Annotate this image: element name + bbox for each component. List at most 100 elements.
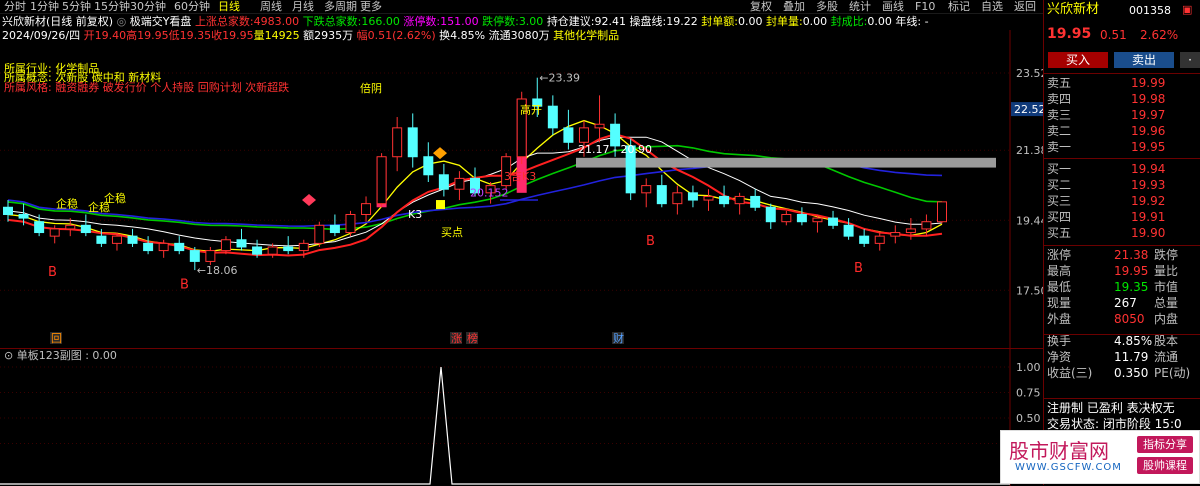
stat-value-0: 21.38	[1114, 248, 1149, 262]
stat-label-7: 收益(三)	[1047, 366, 1093, 380]
candle-body-41	[641, 185, 652, 194]
tool-button-4[interactable]: 画线	[882, 0, 904, 13]
control-value: 19.22	[666, 15, 698, 28]
watermark-tag2: 股帅课程	[1137, 457, 1193, 474]
watermark-tag1: 指标分享	[1137, 436, 1193, 453]
signal-b-0: B	[48, 265, 57, 280]
tool-button-6[interactable]: 标记	[948, 0, 970, 13]
signal-maidian: 买点	[441, 226, 463, 239]
candle-body-58	[905, 228, 916, 234]
signal-qiwen-3: 企稳	[104, 191, 126, 205]
sell-button[interactable]: 卖出	[1114, 52, 1174, 68]
period-tab-0[interactable]: 分时	[4, 0, 26, 13]
candle-27	[423, 142, 434, 182]
candle-body-22	[345, 213, 356, 234]
period-tab-6[interactable]: 日线	[218, 0, 240, 13]
candle-25	[392, 117, 403, 172]
bid-label-4: 买五	[1047, 226, 1072, 240]
candle-body-27	[423, 156, 434, 176]
ask-label-0: 卖五	[1047, 76, 1072, 90]
period-tab-2[interactable]: 5分钟	[62, 0, 91, 13]
candle-body-19	[298, 242, 309, 252]
candle-body-24	[376, 156, 387, 205]
stat-label-1: 最高	[1047, 264, 1072, 278]
period-tab-3[interactable]: 15分钟	[94, 0, 130, 13]
candle-body-43	[672, 192, 683, 205]
seal-vol-value: 0.00	[802, 15, 828, 28]
watermark: 股市财富网 WWW.GSCFW.COM 指标分享 股帅课程	[1000, 430, 1200, 484]
period-tab-1[interactable]: 1分钟	[30, 0, 59, 13]
stat-right-0: 跌停	[1154, 248, 1179, 262]
down-total-value: 166.00	[361, 15, 400, 28]
period-tab-5[interactable]: 60分钟	[174, 0, 210, 13]
tool-button-2[interactable]: 多股	[816, 0, 838, 13]
limitdown-label: 跌停数:	[482, 15, 519, 28]
price-tick-1: 21.38	[1016, 144, 1043, 157]
chevron-icon[interactable]: ◎	[117, 15, 127, 28]
candle-body-60	[937, 201, 947, 223]
signal-k3-2: 3吉K3	[504, 170, 536, 183]
indicator-name[interactable]: 极端交Y看盘	[130, 15, 192, 28]
candle-body-13	[205, 250, 216, 262]
candle-body-37	[578, 127, 589, 143]
candle-5	[80, 214, 91, 237]
candle-body-55	[859, 235, 870, 244]
stat-right-3: 总量	[1154, 296, 1179, 310]
limitdown-value: 3.00	[518, 15, 544, 28]
bookmark-icon[interactable]: ▣	[1182, 2, 1192, 18]
candle-body-14	[220, 239, 231, 252]
tool-button-7[interactable]: 自选	[981, 0, 1003, 13]
sub-tick-2: 0.50	[1016, 412, 1041, 425]
tool-button-1[interactable]: 叠加	[783, 0, 805, 13]
tool-button-5[interactable]: F10	[915, 0, 935, 13]
period-tab-7[interactable]: 周线	[260, 0, 282, 13]
candle-13	[205, 246, 216, 266]
period-tab-4[interactable]: 30分钟	[130, 0, 166, 13]
candle-body-15	[236, 239, 247, 248]
divider	[1044, 158, 1200, 159]
sub-indicator-chart[interactable]: 1.000.750.500.25	[0, 348, 1043, 486]
stat-right-7: PE(动)	[1154, 366, 1191, 380]
stat-value-3: 267	[1114, 296, 1137, 310]
candle-body-10	[158, 242, 169, 252]
candle-body-23	[361, 203, 372, 215]
buy-button[interactable]: 买入	[1048, 52, 1108, 68]
ask-label-1: 卖四	[1047, 92, 1072, 106]
watermark-url: WWW.GSCFW.COM	[1015, 462, 1122, 473]
candle-body-2	[34, 221, 45, 234]
ask-price-1: 19.98	[1131, 92, 1166, 106]
toggle-icon[interactable]: ⊙	[4, 349, 13, 362]
candle-9	[143, 236, 154, 255]
year-line-label: 年线: -	[895, 15, 929, 28]
low-label: ←18.06	[197, 264, 238, 277]
candle-29	[454, 171, 465, 201]
tool-button-3[interactable]: 统计	[849, 0, 871, 13]
candle-body-0	[3, 206, 13, 215]
period-tab-9[interactable]: 多周期	[324, 0, 357, 13]
up-total-value: 4983.00	[253, 15, 300, 28]
candle-50	[781, 210, 792, 226]
candle-body-11	[174, 242, 185, 252]
period-tab-8[interactable]: 月线	[292, 0, 314, 13]
candle-body-9	[143, 242, 154, 252]
candle-body-42	[656, 185, 667, 205]
tool-button-8[interactable]: 返回	[1014, 0, 1036, 13]
candle-body-3	[49, 228, 60, 237]
price-tick-3: 17.50	[1016, 284, 1043, 297]
candle-49	[765, 203, 776, 229]
candle-body-5	[80, 224, 91, 234]
diamond-icon-1	[302, 194, 316, 207]
period-tab-10[interactable]: 更多	[360, 0, 382, 13]
candle-53	[828, 210, 839, 229]
footer-info-1: 注册制 已盈利 表决权无	[1047, 401, 1175, 415]
candle-21	[329, 214, 340, 237]
level-label-2: 20.152	[470, 186, 509, 199]
current-price-tag: 22.52	[1014, 103, 1043, 116]
candle-body-7	[111, 235, 122, 244]
candle-body-44	[687, 192, 698, 201]
more-button[interactable]: ·	[1180, 52, 1200, 68]
tool-button-0[interactable]: 复权	[750, 0, 772, 13]
candle-body-6	[96, 235, 107, 244]
stat-value-4: 8050	[1114, 312, 1145, 326]
candle-46	[719, 185, 730, 208]
